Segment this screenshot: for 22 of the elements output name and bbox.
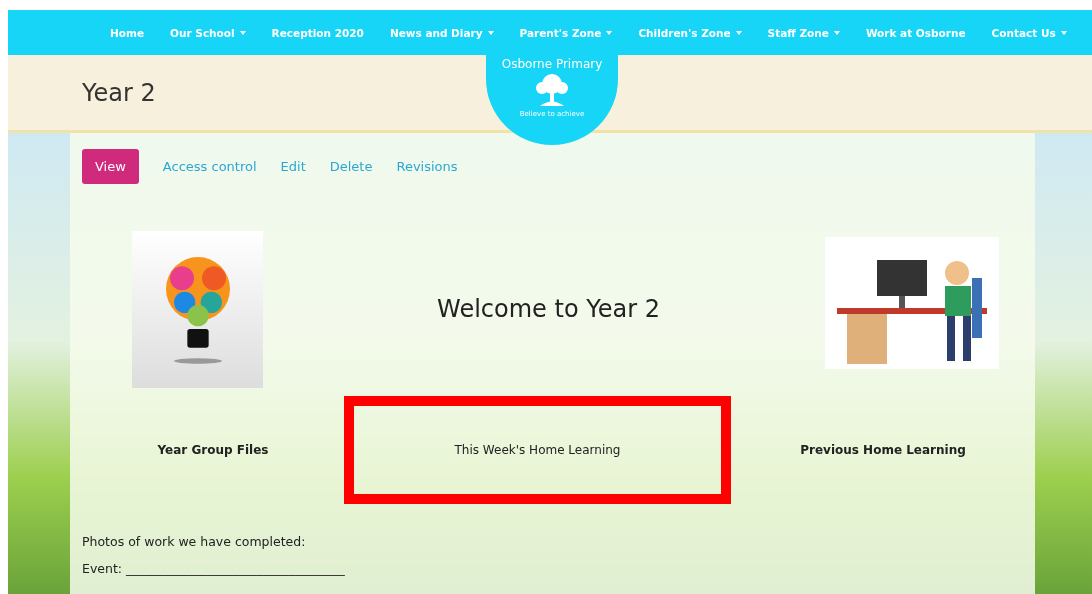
page-link[interactable]: This Week's Home Learning: [454, 443, 621, 457]
page-link[interactable]: Previous Home Learning: [800, 443, 966, 457]
nav-link[interactable]: Children's Zone: [638, 26, 742, 39]
nav-link[interactable]: Home: [110, 26, 145, 39]
nav-link[interactable]: Our School: [170, 26, 246, 39]
nav-link[interactable]: Parent's Zone: [519, 26, 613, 39]
tab[interactable]: Access control: [162, 149, 257, 184]
tab[interactable]: View: [82, 149, 139, 184]
tab[interactable]: Revisions: [396, 149, 458, 184]
photos-label: Photos of work we have completed:: [82, 534, 307, 549]
nav-link[interactable]: Staff Zone: [767, 26, 840, 39]
tab[interactable]: Edit: [280, 149, 306, 184]
nav-link[interactable]: Reception 2020: [271, 26, 364, 39]
welcome-heading: Welcome to Year 2: [436, 295, 661, 323]
nav-link[interactable]: Contact Us: [991, 26, 1067, 39]
event-line: Event: ___________________________________: [82, 561, 346, 576]
page-link[interactable]: Year Group Files: [157, 443, 269, 457]
tab[interactable]: Delete: [329, 149, 373, 184]
nav-link[interactable]: News and Diary: [389, 26, 494, 39]
page-title: Year 2: [82, 78, 156, 107]
nav-link[interactable]: Work at Osborne: [865, 26, 966, 39]
logo-name: Osborne Primary: [501, 57, 603, 71]
